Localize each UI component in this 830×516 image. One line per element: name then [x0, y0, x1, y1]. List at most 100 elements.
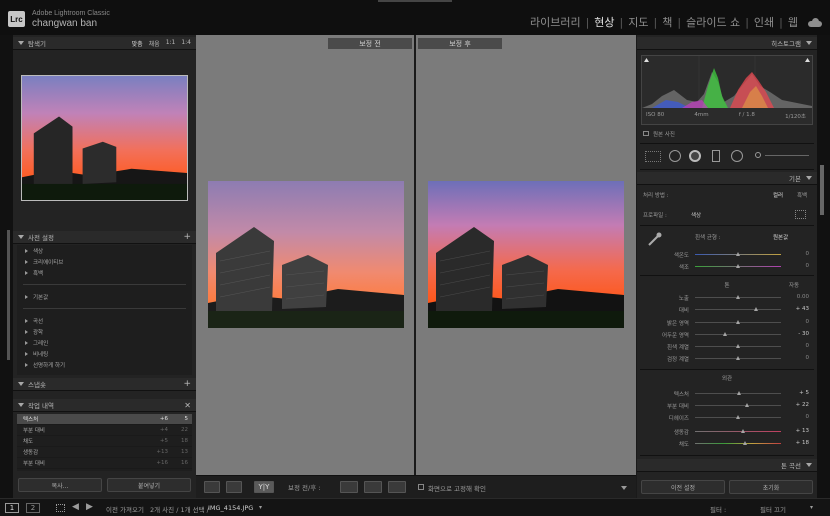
zoom-lock-checkbox[interactable]	[418, 484, 424, 490]
after-pane[interactable]: 보정 후	[416, 35, 636, 475]
slider-knob[interactable]	[744, 403, 749, 407]
wb-dropdown[interactable]: 원본값	[773, 233, 788, 241]
basic-header[interactable]: 기본	[637, 172, 817, 185]
preset-group-bw[interactable]: 흑백	[17, 267, 192, 278]
slider-knob[interactable]	[722, 332, 727, 336]
module-map[interactable]: 지도	[624, 14, 652, 30]
left-panel-scrollbar[interactable]	[7, 230, 10, 360]
compare-side-icon[interactable]	[226, 481, 242, 493]
preset-group-sharpen[interactable]: 선명하게 하기	[17, 359, 192, 370]
swap-before-after-icon[interactable]	[388, 481, 406, 493]
history-header[interactable]: 작업 내역 ✕	[13, 399, 196, 412]
monitor-1-button[interactable]: 1	[5, 503, 19, 513]
brush-size-icon[interactable]	[755, 152, 761, 158]
back-arrow-icon[interactable]: ◀	[72, 502, 79, 512]
clear-history-icon[interactable]: ✕	[184, 401, 191, 410]
treatment-color[interactable]: 컬러	[773, 191, 783, 199]
crop-tool-icon[interactable]	[645, 151, 661, 162]
history-row[interactable]: 텍스처 +6 5	[17, 414, 192, 425]
module-develop[interactable]: 현상	[590, 14, 618, 30]
zoom-fit[interactable]: 맞춤	[132, 39, 143, 48]
slider-knob[interactable]	[735, 320, 740, 324]
slider-row[interactable]: 밝은 영역 0	[637, 317, 817, 327]
slider-row[interactable]: 흰색 계열 0	[637, 341, 817, 351]
right-panel-edge[interactable]	[817, 35, 830, 498]
copy-before-to-after-icon[interactable]	[340, 481, 358, 493]
presets-header[interactable]: 사전 설정 +	[13, 231, 196, 244]
monitor-2-button[interactable]: 2	[26, 503, 40, 513]
slider-temp[interactable]: 색온도 0	[637, 249, 817, 259]
module-book[interactable]: 책	[658, 14, 676, 30]
before-pane[interactable]: 보정 전	[196, 35, 414, 475]
preset-group-color[interactable]: 색상	[17, 245, 192, 256]
original-photo-checkbox[interactable]	[643, 131, 649, 136]
file-menu-chevron-icon[interactable]: ▾	[259, 504, 262, 511]
white-balance-eyedropper-icon[interactable]	[647, 231, 663, 247]
slider-knob[interactable]	[743, 441, 748, 445]
slider-knob[interactable]	[735, 295, 740, 299]
history-row[interactable]: 생동감 +13 13	[17, 447, 192, 458]
slider-row[interactable]: 검정 계열 0	[637, 353, 817, 363]
slider-tint[interactable]: 색조 0	[637, 261, 817, 271]
histogram-header[interactable]: 히스토그램	[637, 37, 817, 50]
add-preset-icon[interactable]: +	[183, 232, 191, 242]
navigator-header[interactable]: 탐색기 맞춤 채움 1:1 1:4	[13, 37, 196, 50]
radial-filter-icon[interactable]	[731, 150, 743, 162]
module-print[interactable]: 인쇄	[750, 14, 778, 30]
preset-group-grain[interactable]: 그레인	[17, 337, 192, 348]
module-library[interactable]: 라이브러리	[526, 14, 585, 30]
snapshots-header[interactable]: 스냅숏 +	[13, 378, 196, 391]
zoom-1-1[interactable]: 1:1	[166, 39, 176, 48]
slider-row[interactable]: 디헤이즈 0	[637, 412, 817, 422]
histogram-graph[interactable]: ISO 80 4mm f / 1.8 1/120초	[641, 55, 813, 125]
copy-after-to-before-icon[interactable]	[364, 481, 382, 493]
forward-arrow-icon[interactable]: ▶	[86, 502, 93, 512]
slider-knob[interactable]	[754, 307, 759, 311]
profile-dropdown[interactable]: 색상	[691, 211, 701, 219]
filter-chevron-icon[interactable]: ▾	[810, 504, 813, 511]
preset-group-curve[interactable]: 곡선	[17, 315, 192, 326]
slider-knob[interactable]	[735, 415, 740, 419]
history-row[interactable]: 부분 대비 +4 22	[17, 425, 192, 436]
slider-row[interactable]: 부분 대비 + 22	[637, 400, 817, 410]
history-row[interactable]: 채도 +5 18	[17, 436, 192, 447]
grid-view-icon[interactable]	[56, 504, 65, 512]
slider-knob[interactable]	[737, 391, 742, 395]
treatment-bw[interactable]: 흑백	[797, 191, 807, 199]
loupe-view-icon[interactable]	[204, 481, 220, 493]
paste-settings-button[interactable]: 붙여넣기	[107, 478, 191, 492]
slider-row[interactable]: 대비 + 43	[637, 304, 817, 314]
file-name[interactable]: IMG_4154.JPG	[208, 504, 253, 512]
toolbar-menu-icon[interactable]	[621, 486, 627, 490]
reset-button[interactable]: 초기화	[729, 480, 813, 494]
preset-group-creative[interactable]: 크리에이티브	[17, 256, 192, 267]
filter-dropdown[interactable]: 필터 끄기	[760, 504, 786, 514]
preset-group-default[interactable]: 기본값	[17, 291, 192, 302]
add-snapshot-icon[interactable]: +	[183, 379, 191, 389]
slider-row[interactable]: 어두운 영역 - 30	[637, 329, 817, 339]
copy-settings-button[interactable]: 복사...	[18, 478, 102, 492]
profile-browser-icon[interactable]	[795, 210, 806, 219]
slider-knob[interactable]	[740, 429, 745, 433]
module-web[interactable]: 웹	[784, 14, 802, 30]
tone-curve-header[interactable]: 톤 곡선	[637, 459, 817, 472]
slider-row[interactable]: 생동감 + 13	[637, 426, 817, 436]
after-photo[interactable]	[428, 181, 624, 328]
navigator-preview[interactable]	[21, 75, 188, 201]
preset-group-vignette[interactable]: 비네팅	[17, 348, 192, 359]
graduated-filter-icon[interactable]	[712, 150, 720, 162]
auto-tone-button[interactable]: 자동	[789, 281, 799, 289]
slider-knob[interactable]	[735, 344, 740, 348]
slider-knob[interactable]	[735, 356, 740, 360]
slider-row[interactable]: 텍스처 + 5	[637, 388, 817, 398]
red-eye-icon[interactable]	[689, 150, 701, 162]
brush-slider[interactable]	[765, 155, 809, 156]
slider-row[interactable]: 채도 + 18	[637, 438, 817, 448]
slider-row[interactable]: 노출 0.00	[637, 292, 817, 302]
before-photo[interactable]	[208, 181, 404, 328]
spot-removal-icon[interactable]	[669, 150, 681, 162]
history-row[interactable]: 부분 대비 +16 16	[17, 458, 192, 469]
preset-group-optics[interactable]: 광학	[17, 326, 192, 337]
source-label[interactable]: 이전 가져오기	[106, 504, 144, 514]
cloud-sync-icon[interactable]	[808, 17, 822, 27]
